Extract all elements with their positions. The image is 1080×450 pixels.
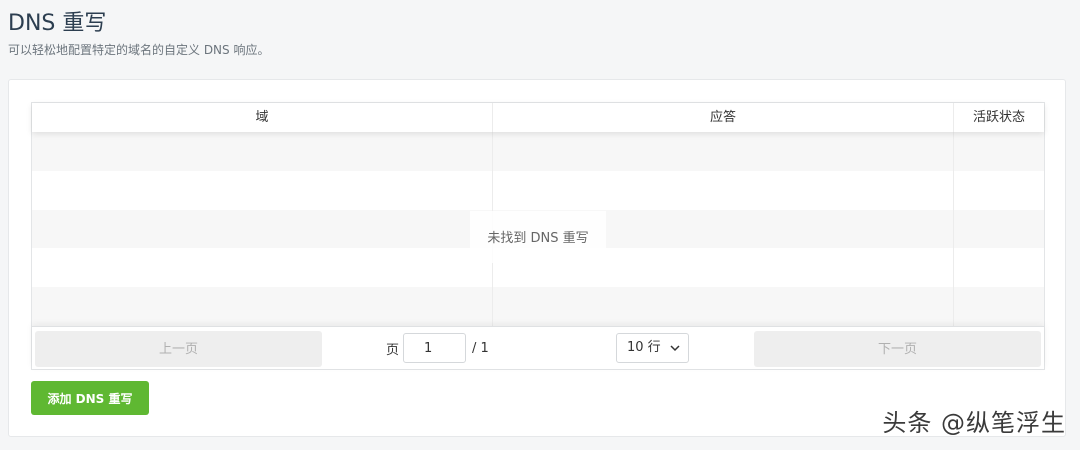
table-cell (32, 209, 493, 249)
table-cell (32, 287, 493, 326)
table-body: 未找到 DNS 重写 (32, 132, 1044, 326)
total-pages: / 1 (472, 340, 489, 356)
page-subtitle: 可以轻松地配置特定的域名的自定义 DNS 响应。 (8, 43, 270, 57)
page-label: 页 (386, 342, 400, 358)
table-cell (954, 248, 1044, 287)
table-cell (954, 287, 1044, 326)
page-title: DNS 重写 (8, 11, 107, 36)
empty-state-message: 未找到 DNS 重写 (470, 211, 606, 263)
column-header-answer[interactable]: 应答 (493, 103, 954, 132)
table-row (32, 287, 1044, 326)
rewrites-table: 域 应答 活跃状态 未找到 DNS 重写 上一页 页 1 / 1 10 行 下一… (31, 102, 1045, 370)
page-header: DNS 重写 可以轻松地配置特定的域名的自定义 DNS 响应。 (8, 10, 269, 58)
table-cell (32, 170, 493, 210)
table-cell (954, 132, 1044, 171)
rows-per-page-value: 10 行 (627, 340, 661, 355)
previous-page-button[interactable]: 上一页 (35, 331, 322, 367)
add-dns-rewrite-button[interactable]: 添加 DNS 重写 (31, 381, 149, 415)
table-cell (954, 171, 1044, 210)
page-jump: 页 / 1 (386, 333, 489, 363)
table-header: 域 应答 活跃状态 (32, 103, 1044, 132)
table-cell (493, 170, 954, 210)
table-row (32, 132, 1044, 171)
table-cell (493, 132, 954, 171)
next-page-button[interactable]: 下一页 (754, 331, 1041, 367)
table-cell (954, 210, 1044, 249)
column-header-status[interactable]: 活跃状态 (954, 103, 1044, 132)
watermark: 头条 @纵笔浮生 (882, 409, 1066, 437)
table-cell (32, 132, 493, 171)
pagination-bar: 上一页 页 / 1 10 行 下一页 (32, 326, 1044, 369)
page-number-input[interactable] (403, 333, 467, 363)
dns-rewrites-card: 域 应答 活跃状态 未找到 DNS 重写 上一页 页 1 / 1 10 行 下一… (8, 79, 1066, 437)
rows-per-page-select[interactable]: 10 行 (616, 333, 689, 363)
table-cell (493, 287, 954, 326)
table-cell (32, 248, 493, 288)
table-row (32, 170, 1044, 210)
column-header-domain[interactable]: 域 (32, 103, 493, 132)
chevron-down-icon (670, 334, 680, 373)
